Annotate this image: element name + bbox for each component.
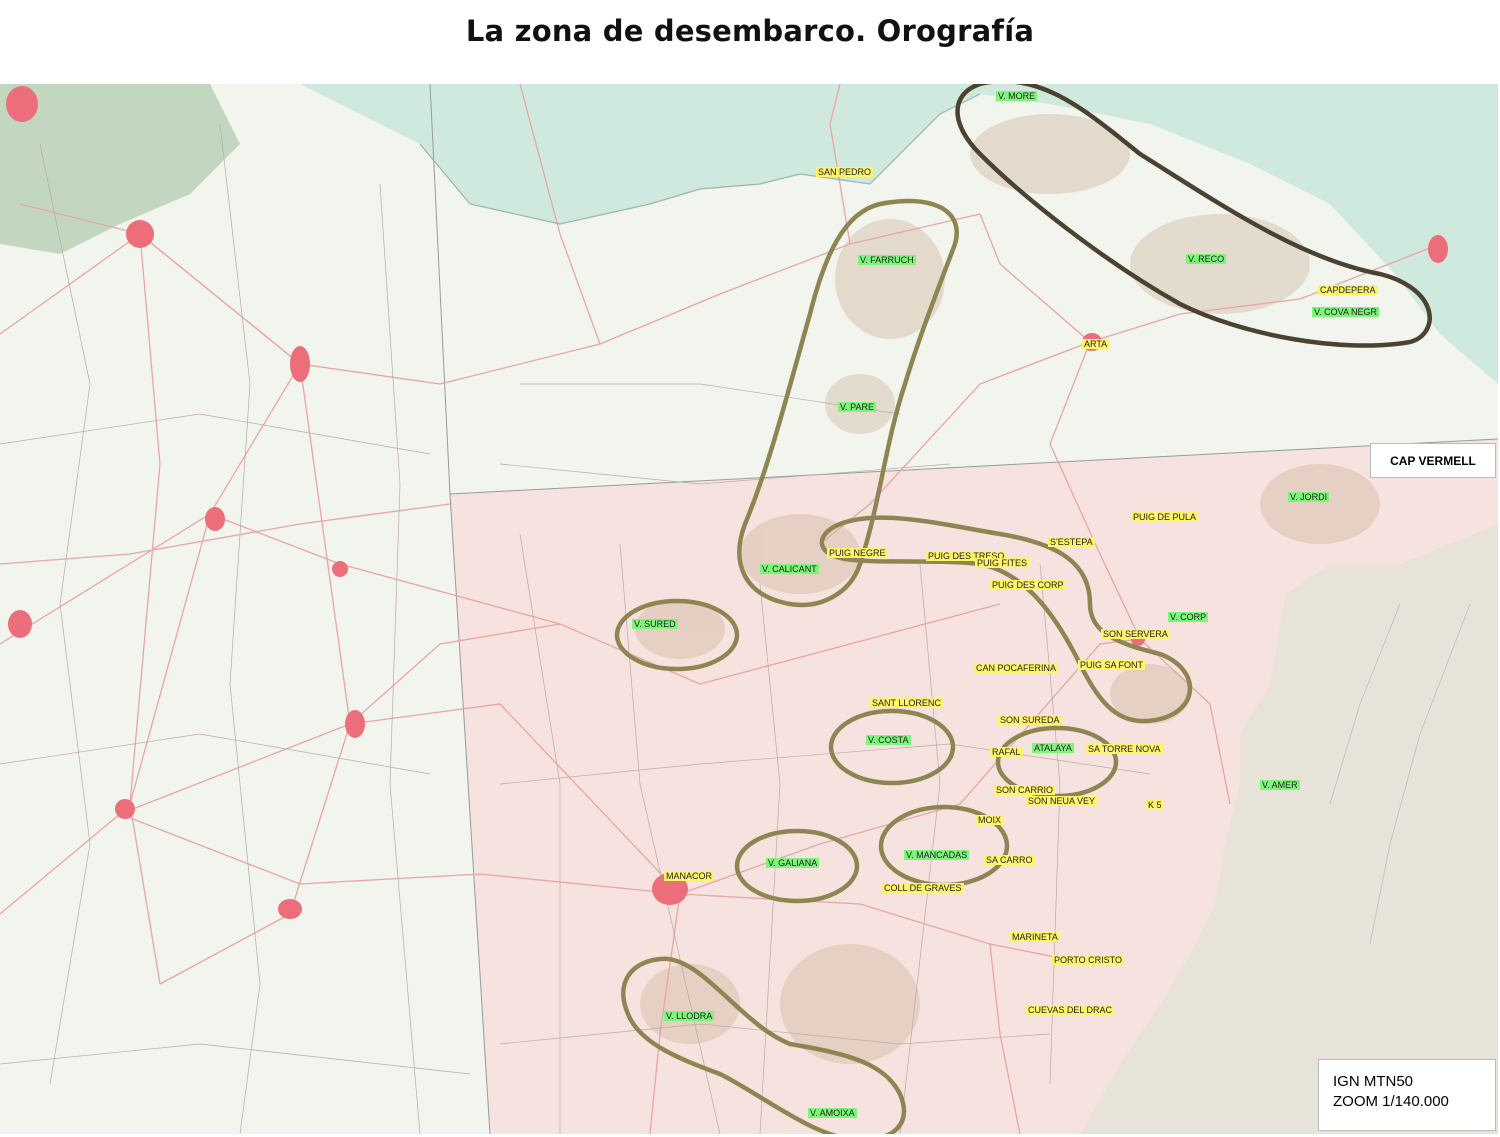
peak-label: V. CORP <box>1168 612 1209 622</box>
peak-label: V. MANCADAS <box>904 850 970 860</box>
place-label: SON NEUA VEY <box>1026 796 1098 806</box>
peak-label: V. RECO <box>1186 254 1227 264</box>
place-label: ARTA <box>1082 339 1110 349</box>
place-label: PUIG DE PULA <box>1131 512 1199 522</box>
place-label: MANACOR <box>664 871 715 881</box>
peak-label: V. GALIANA <box>766 858 820 868</box>
place-label: PORTO CRISTO <box>1052 955 1125 965</box>
place-label: PUIG FITES <box>975 558 1030 568</box>
peak-label: V. LLODRA <box>664 1011 715 1021</box>
place-label: SON SUREDA <box>998 715 1062 725</box>
peak-label: V. CALICANT <box>760 564 819 574</box>
peak-label: V. JORDI <box>1288 492 1330 502</box>
place-label: PUIG DES CORP <box>990 580 1066 590</box>
peak-label: V. PARE <box>838 402 877 412</box>
peak-label: V. COVA NEGR <box>1312 307 1380 317</box>
place-label: SANT LLORENC <box>870 698 943 708</box>
peak-label: V. FARRUCH <box>858 255 916 265</box>
place-label: CAN POCAFERINA <box>974 663 1059 673</box>
map-title: La zona de desembarco. Orografía <box>465 14 1035 48</box>
place-label: K 5 <box>1146 800 1164 810</box>
place-label: SON CARRIO <box>994 785 1056 795</box>
place-label: SA CARRO <box>984 855 1035 865</box>
place-label: MARINETA <box>1010 932 1060 942</box>
place-label: COLL DE GRAVES <box>882 883 964 893</box>
place-label: CUEVAS DEL DRAC <box>1026 1005 1115 1015</box>
place-label: PUIG NEGRE <box>827 548 888 558</box>
place-label: SA TORRE NOVA <box>1086 744 1163 754</box>
peak-label: V. SURED <box>632 619 678 629</box>
peak-label: V. MORE <box>996 91 1038 101</box>
place-label: S'ESTEPA <box>1048 537 1095 547</box>
place-label: MOIX <box>976 815 1004 825</box>
peak-label: ATALAYA <box>1032 743 1074 753</box>
peak-label: V. COSTA <box>866 735 911 745</box>
cap-vermell-text: CAP VERMELL <box>1390 453 1476 468</box>
scale-text: ZOOM 1/140.000 <box>1333 1093 1449 1110</box>
place-label: PUIG SA FONT <box>1078 660 1146 670</box>
source-scale-box: IGN MTN50 ZOOM 1/140.000 <box>1318 1059 1496 1131</box>
place-label: CAPDEPERA <box>1318 285 1378 295</box>
place-label: RAFAL <box>990 747 1023 757</box>
place-label: SAN PEDRO <box>816 167 874 177</box>
place-label: SON SERVERA <box>1101 629 1170 639</box>
cap-vermell-label-box: CAP VERMELL <box>1370 443 1496 478</box>
peak-label: V. AMER <box>1260 780 1300 790</box>
source-text: IGN MTN50 <box>1333 1073 1414 1090</box>
topographic-map[interactable] <box>0 84 1498 1134</box>
peak-label: V. AMOIXA <box>808 1108 857 1118</box>
